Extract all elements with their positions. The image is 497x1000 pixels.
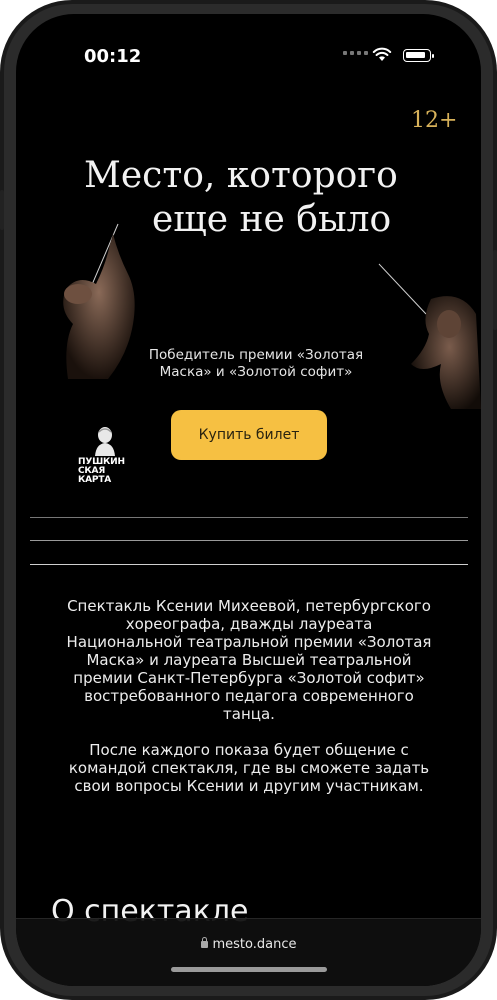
- dancer-right-image: [378, 263, 481, 409]
- description: Спектакль Ксении Михеевой, петербургског…: [66, 597, 432, 813]
- divider-3: [30, 564, 468, 565]
- home-indicator[interactable]: [171, 967, 327, 972]
- divider-1: [30, 517, 468, 518]
- lock-icon: [200, 937, 208, 948]
- hero-title: Место, которого еще не было: [76, 154, 456, 242]
- signal-icon: [343, 51, 368, 55]
- status-bar: 00:12: [16, 14, 481, 74]
- award-text: Победитель премии «Золотая Маска» и «Зол…: [148, 347, 364, 380]
- browser-url-bar[interactable]: mesto.dance: [16, 918, 481, 986]
- divider-2: [30, 540, 468, 541]
- screen: 00:12 12+ Место, которого еще не было По…: [16, 14, 481, 986]
- side-button-right: [493, 250, 497, 330]
- age-rating: 12+: [411, 108, 458, 133]
- pushkin-card-label: ПУШКИН СКАЯ КАРТА: [78, 457, 125, 485]
- description-paragraph-1: Спектакль Ксении Михеевой, петербургског…: [66, 597, 432, 723]
- url-display[interactable]: mesto.dance: [16, 937, 481, 952]
- status-time: 00:12: [84, 46, 142, 67]
- description-paragraph-2: После каждого показа будет общение с ком…: [68, 741, 430, 795]
- pushkin-card-logo[interactable]: ПУШКИН СКАЯ КАРТА: [78, 426, 140, 486]
- buy-ticket-button[interactable]: Купить билет: [171, 410, 327, 460]
- pushkin-bust-icon: [95, 427, 115, 456]
- url-text: mesto.dance: [212, 937, 297, 952]
- side-button-left: [0, 190, 4, 230]
- wifi-icon: [372, 47, 392, 61]
- hero-title-line-2: еще не было: [152, 199, 392, 240]
- battery-icon: [403, 49, 434, 62]
- hero-title-line-1: Место, которого: [84, 155, 398, 196]
